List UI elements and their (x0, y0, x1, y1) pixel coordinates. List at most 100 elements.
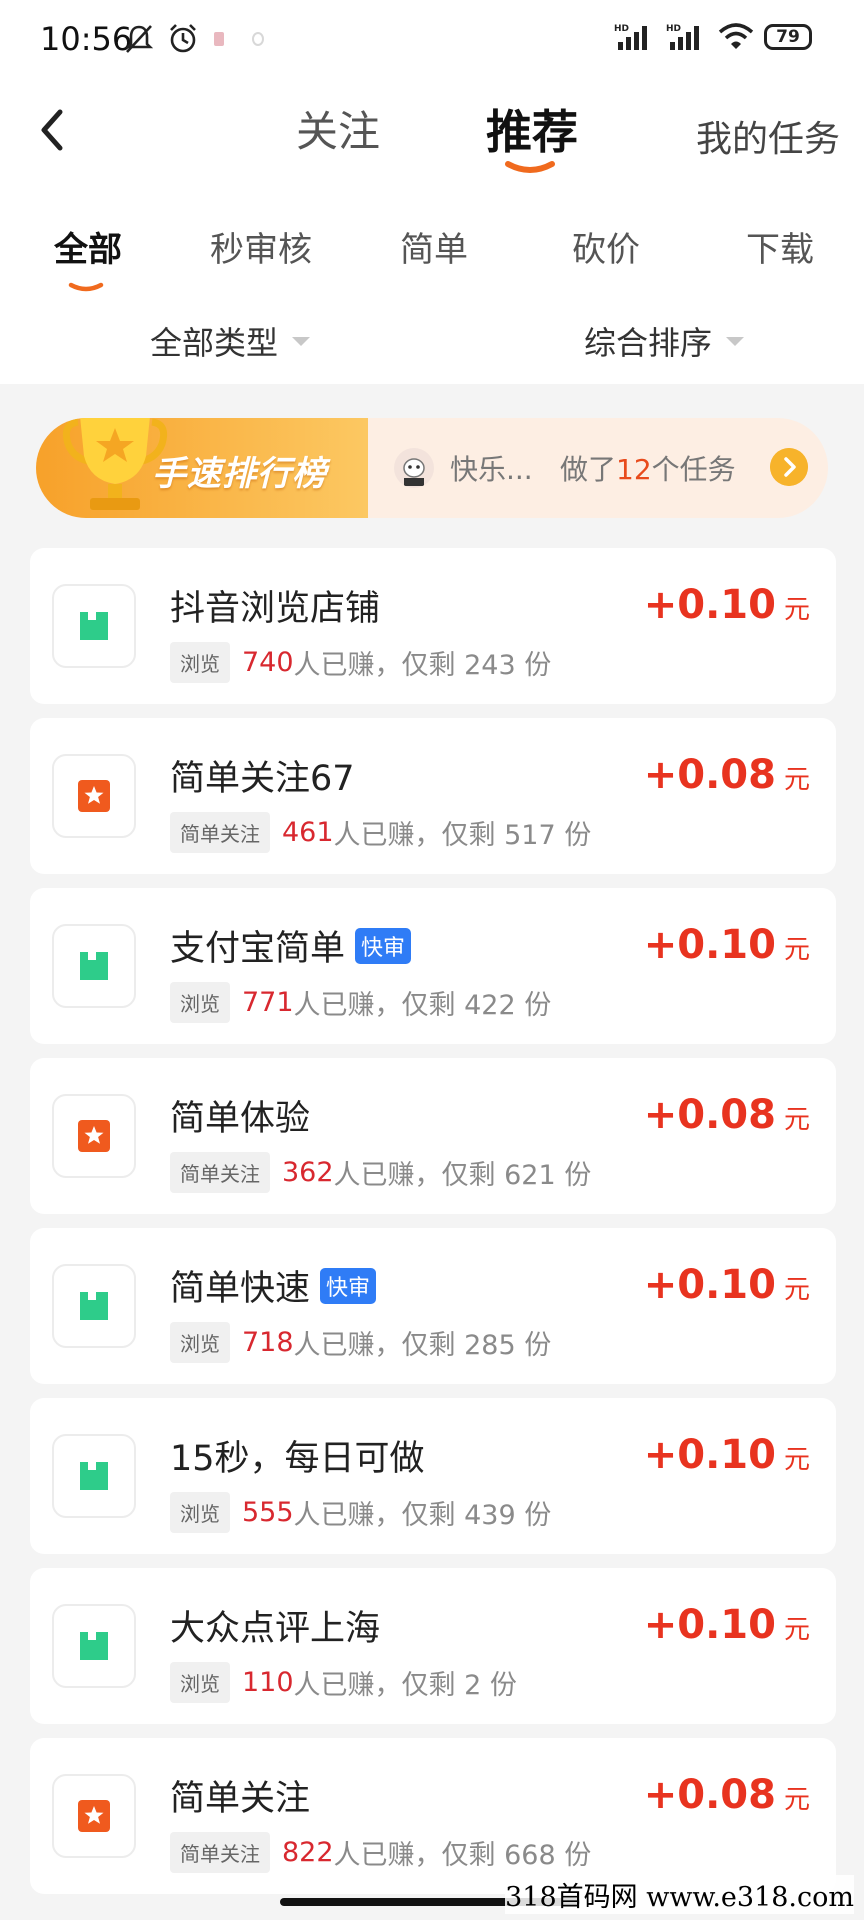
leaderboard-banner[interactable]: 手速排行榜 快乐... 做了12个任务 (36, 418, 828, 518)
sort-filter-dropdown[interactable]: 综合排序 (584, 318, 745, 364)
leaderboard-title: 手速排行榜 (152, 454, 327, 494)
reward-amount: +0.08 (643, 752, 776, 798)
type-filter-dropdown[interactable]: 全部类型 (150, 318, 311, 364)
task-card[interactable]: 大众点评上海 浏览 110 人已赚，仅剩 2 份 +0.10 元 (30, 1568, 836, 1724)
task-app-icon (52, 584, 136, 668)
notification-icon (214, 32, 224, 46)
task-card[interactable]: 简单关注67 简单关注 461 人已赚，仅剩 517 份 +0.08 元 (30, 718, 836, 874)
task-title: 简单体验 (170, 1099, 311, 1139)
task-app-icon (52, 924, 136, 1008)
reward-unit: 元 (783, 935, 810, 965)
task-app-icon (52, 1264, 136, 1348)
task-reward: +0.08 元 (644, 1092, 810, 1138)
chevron-right-icon[interactable] (770, 448, 808, 486)
category-active-indicator (68, 282, 104, 292)
category-tab-fast-review[interactable]: 秒审核 (210, 222, 312, 271)
task-title: 简单关注67 (170, 759, 355, 799)
earned-count: 740 (242, 647, 294, 678)
task-title: 大众点评上海 (170, 1609, 381, 1649)
task-remaining-text: 人已赚，仅剩 517 份 (333, 820, 592, 851)
task-title-row: 15秒，每日可做 (170, 1430, 425, 1481)
task-remaining-text: 人已赚，仅剩 439 份 (293, 1500, 552, 1531)
task-type-tag: 简单关注 (170, 1832, 270, 1873)
task-remaining-text: 人已赚，仅剩 422 份 (293, 990, 552, 1021)
category-tab-download[interactable]: 下载 (746, 222, 814, 271)
task-meta: 浏览 771 人已赚，仅剩 422 份 (170, 982, 551, 1023)
tab-follow[interactable]: 关注 (296, 98, 380, 159)
signal-icon: HD (614, 24, 647, 50)
task-type-tag: 简单关注 (170, 1152, 270, 1193)
task-meta: 简单关注 461 人已赚，仅剩 517 份 (170, 812, 591, 853)
task-card[interactable]: 15秒，每日可做 浏览 555 人已赚，仅剩 439 份 +0.10 元 (30, 1398, 836, 1554)
tab-active-indicator (505, 161, 555, 173)
battery-icon: 79 (764, 24, 812, 50)
task-app-icon (52, 1434, 136, 1518)
task-title: 简单快速 (170, 1269, 311, 1309)
task-remaining-text: 人已赚，仅剩 285 份 (293, 1330, 552, 1361)
category-tab-simple[interactable]: 简单 (400, 222, 468, 271)
leaderboard-count: 12 (616, 453, 652, 486)
top-panel: 10:56 HD HD 79 关注 推荐 我的任务 全部 秒审核 简单 砍价 下… (0, 0, 864, 384)
task-title-row: 简单体验 (170, 1090, 310, 1141)
earned-count: 822 (282, 1837, 334, 1868)
reward-amount: +0.10 (643, 922, 776, 968)
task-title: 简单关注 (170, 1779, 311, 1819)
task-meta: 简单关注 362 人已赚，仅剩 621 份 (170, 1152, 591, 1193)
category-tab-all[interactable]: 全部 (54, 222, 122, 271)
wifi-icon (718, 23, 754, 49)
leaderboard-desc-prefix: 做了 (560, 453, 617, 486)
reward-amount: +0.08 (643, 1092, 776, 1138)
notification-icon (252, 32, 264, 46)
earned-count: 718 (242, 1327, 294, 1358)
task-title: 15秒，每日可做 (170, 1439, 425, 1479)
earned-count: 461 (282, 817, 334, 848)
signal-icon: HD (666, 24, 699, 50)
task-title: 支付宝简单 (170, 929, 346, 969)
task-title: 抖音浏览店铺 (170, 589, 381, 629)
reward-amount: +0.10 (643, 1432, 776, 1478)
task-reward: +0.08 元 (644, 752, 810, 798)
task-type-tag: 浏览 (170, 1492, 230, 1533)
leaderboard-description: 做了12个任务 (560, 448, 736, 488)
task-type-tag: 简单关注 (170, 812, 270, 853)
task-reward: +0.08 元 (644, 1772, 810, 1818)
task-meta: 浏览 555 人已赚，仅剩 439 份 (170, 1492, 551, 1533)
task-card[interactable]: 支付宝简单 快审浏览 771 人已赚，仅剩 422 份 +0.10 元 (30, 888, 836, 1044)
reward-unit: 元 (783, 1785, 810, 1815)
back-arrow-icon[interactable] (30, 100, 74, 160)
task-app-icon (52, 1604, 136, 1688)
task-type-tag: 浏览 (170, 1662, 230, 1703)
task-card[interactable]: 简单快速 快审 浏览 718 人已赚，仅剩 285 份 +0.10 元 (30, 1228, 836, 1384)
reward-amount: +0.10 (643, 1262, 776, 1308)
reward-unit: 元 (783, 1105, 810, 1135)
status-bar: 10:56 HD HD 79 (0, 0, 864, 78)
sort-filter-label: 综合排序 (584, 324, 713, 362)
task-meta: 浏览 110 人已赚，仅剩 2 份 (170, 1662, 517, 1703)
earned-count: 110 (242, 1667, 294, 1698)
task-title-row: 支付宝简单 快审 (170, 920, 412, 971)
task-list: 抖音浏览店铺 浏览 740 人已赚，仅剩 243 份 +0.10 元 简单关注67 简单关注… (30, 548, 836, 1908)
my-tasks-link[interactable]: 我的任务 (696, 110, 840, 162)
reward-unit: 元 (783, 765, 810, 795)
task-card[interactable]: 简单关注 简单关注 822 人已赚，仅剩 668 份 +0.08 元 (30, 1738, 836, 1894)
leaderboard-desc-suffix: 个任务 (651, 453, 736, 486)
task-card[interactable]: 简单体验简单关注 362 人已赚，仅剩 621 份 +0.08 元 (30, 1058, 836, 1214)
leaderboard-user: 快乐... (450, 453, 533, 486)
task-meta: 浏览 718 人已赚，仅剩 285 份 (170, 1322, 551, 1363)
task-remaining-text: 人已赚，仅剩 2 份 (293, 1670, 517, 1701)
task-card[interactable]: 抖音浏览店铺 浏览 740 人已赚，仅剩 243 份 +0.10 元 (30, 548, 836, 704)
task-title-row: 简单关注 (170, 1770, 310, 1821)
tab-recommend[interactable]: 推荐 (486, 96, 578, 162)
task-type-tag: 浏览 (170, 642, 230, 683)
category-tab-bargain[interactable]: 砍价 (572, 222, 640, 271)
task-title-row: 简单快速 快审 (170, 1260, 377, 1311)
reward-amount: +0.10 (643, 1602, 776, 1648)
task-remaining-text: 人已赚，仅剩 621 份 (333, 1160, 592, 1191)
task-title-row: 抖音浏览店铺 (170, 580, 380, 631)
mute-icon (124, 25, 154, 53)
svg-text:HD: HD (666, 24, 681, 34)
task-remaining-text: 人已赚，仅剩 668 份 (333, 1840, 592, 1871)
task-meta: 浏览 740 人已赚，仅剩 243 份 (170, 642, 551, 683)
status-time: 10:56 (40, 20, 133, 58)
type-filter-label: 全部类型 (150, 324, 279, 362)
